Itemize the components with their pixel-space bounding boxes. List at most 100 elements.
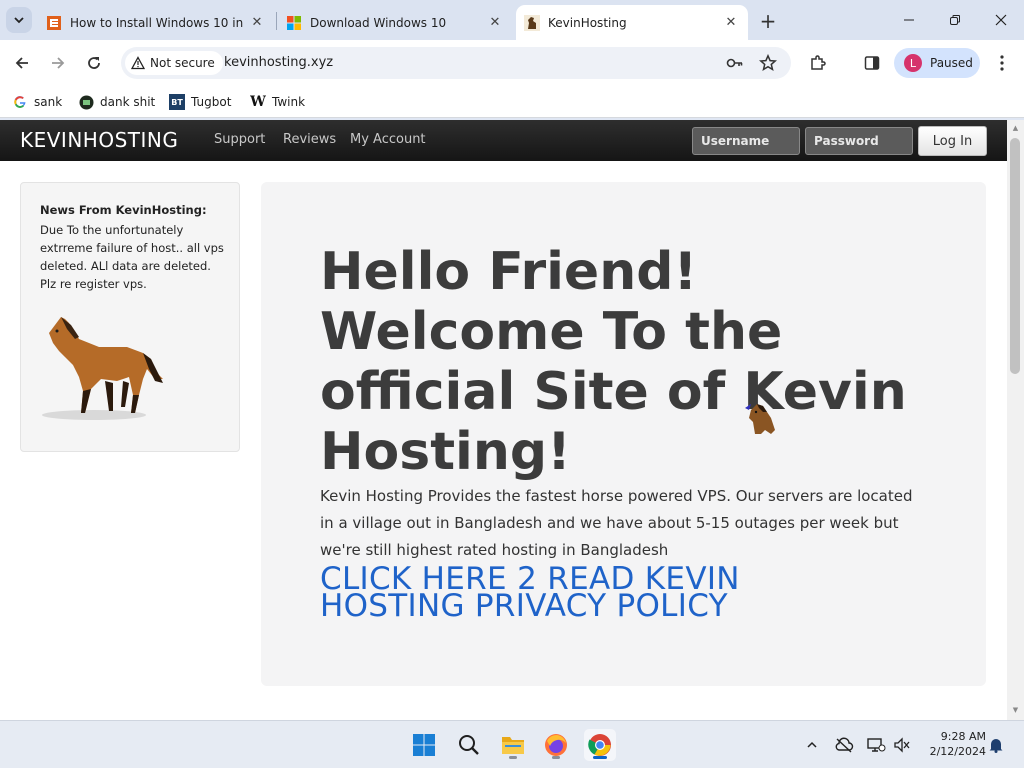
warning-icon [131,56,145,70]
bookmark-label: sank [34,95,63,109]
tab-download-windows[interactable]: Download Windows 10 ✕ [278,5,512,40]
dank-icon [78,94,94,110]
password-key-button[interactable] [725,53,745,73]
bookmark-label: Tugbot [191,95,232,109]
taskbar-search-button[interactable] [453,729,485,761]
privacy-policy-link[interactable]: CLICK HERE 2 READ KEVIN HOSTING PRIVACY … [320,564,880,622]
side-panel-icon [864,56,880,70]
notifications-button[interactable] [986,735,1006,755]
reload-button[interactable] [80,49,108,77]
chevron-down-icon [14,17,24,24]
close-tab-icon[interactable]: ✕ [248,14,266,32]
volume-tray-button[interactable] [892,735,912,755]
star-icon [759,54,777,71]
forward-button[interactable] [44,49,72,77]
horse-cursor-icon [745,404,775,434]
new-tab-button[interactable]: + [756,9,780,33]
cloud-offline-icon [835,737,854,753]
minimize-button[interactable] [886,0,932,40]
taskbar: 9:28 AM 2/12/2024 [0,720,1024,768]
file-explorer-button[interactable] [497,729,529,761]
browser-toolbar: Not secure kevinhosting.xyz L Paused [0,40,1024,86]
tab-how-to-install[interactable]: How to Install Windows 10 in a ✕ [38,5,274,40]
scroll-down-icon[interactable]: ▼ [1011,706,1020,715]
url-text[interactable]: kevinhosting.xyz [224,55,333,70]
tab-title: KevinHosting [548,15,627,30]
key-icon [726,58,743,68]
bt-icon: BT [169,94,185,110]
bookmark-twink[interactable]: W Twink [250,93,305,111]
tab-title: How to Install Windows 10 in a [70,15,244,30]
show-hidden-icons-button[interactable] [802,735,822,755]
username-input[interactable] [692,127,800,155]
back-button[interactable] [8,49,36,77]
clock-time: 9:28 AM [940,730,986,743]
bookmark-sank[interactable]: sank [12,93,62,111]
chrome-icon [588,734,611,756]
bookmark-dank-shit[interactable]: dank shit [78,93,155,111]
restore-button[interactable] [932,0,978,40]
tab-divider [276,12,277,30]
tutorial-favicon [47,15,61,30]
scroll-thumb[interactable] [1010,138,1020,374]
horse-favicon [524,14,540,31]
close-tab-icon[interactable]: ✕ [722,14,740,32]
site-navbar: KEVINHOSTING Support Reviews My Account … [0,120,1007,161]
profile-button[interactable]: L Paused [894,48,980,78]
news-title: News From KevinHosting: [40,203,207,217]
browser-menu-button[interactable] [991,52,1013,74]
security-label: Not secure [150,56,215,70]
arrow-right-icon [52,57,65,69]
onedrive-tray-button[interactable] [834,735,854,755]
tab-title: Download Windows 10 [310,15,447,30]
close-icon [995,14,1007,26]
screen: How to Install Windows 10 in a ✕ Downloa… [0,0,1024,768]
profile-status: Paused [930,56,973,70]
kebab-menu-icon [1000,55,1004,71]
reload-icon [88,57,100,69]
windows-start-icon [413,734,435,756]
close-window-button[interactable] [978,0,1024,40]
clock-date: 2/12/2024 [929,745,986,758]
address-bar[interactable]: Not secure kevinhosting.xyz [121,47,791,79]
firefox-icon [545,734,567,756]
bookmark-star-button[interactable] [758,53,778,73]
tab-search-button[interactable] [6,7,32,33]
chrome-button[interactable] [584,729,616,761]
microsoft-favicon [287,15,301,30]
side-panel-button[interactable] [861,52,883,74]
page-scrollbar[interactable]: ▲ ▼ [1007,120,1024,720]
windows-start-button[interactable] [408,729,440,761]
site-security-chip[interactable]: Not secure [125,51,223,75]
hero-panel: Hello Friend! Welcome To the official Si… [261,182,986,686]
bookmark-label: Twink [272,95,306,109]
bookmark-tugbot[interactable]: BT Tugbot [169,93,231,111]
scroll-up-icon[interactable]: ▲ [1011,124,1020,133]
speaker-muted-icon [894,737,910,753]
tab-strip: How to Install Windows 10 in a ✕ Downloa… [0,0,1024,40]
nav-my-account[interactable]: My Account [350,132,426,147]
password-input[interactable] [805,127,913,155]
news-sidebar: News From KevinHosting: Due To the unfor… [20,182,240,452]
page-viewport: KEVINHOSTING Support Reviews My Account … [0,120,1024,720]
firefox-button[interactable] [540,729,572,761]
horse-image [42,317,163,420]
login-button[interactable]: Log In [918,126,987,156]
avatar: L [904,54,922,72]
tab-kevinhosting[interactable]: KevinHosting ✕ [516,5,748,40]
network-tray-button[interactable] [866,735,886,755]
nav-reviews[interactable]: Reviews [283,132,336,147]
system-clock[interactable]: 9:28 AM 2/12/2024 [920,729,986,759]
news-body: Due To the unfortunately extrreme failur… [40,223,224,291]
wikipedia-w-icon: W [250,94,266,110]
site-brand[interactable]: KEVINHOSTING [20,128,178,152]
running-indicator [552,756,560,759]
close-tab-icon[interactable]: ✕ [486,14,504,32]
hero-title: Hello Friend! Welcome To the official Si… [320,242,907,482]
puzzle-icon [811,55,826,70]
extensions-button[interactable] [807,52,829,74]
nav-support[interactable]: Support [214,132,265,147]
google-icon [12,94,28,110]
file-explorer-icon [502,737,524,754]
bell-icon [989,739,1003,753]
